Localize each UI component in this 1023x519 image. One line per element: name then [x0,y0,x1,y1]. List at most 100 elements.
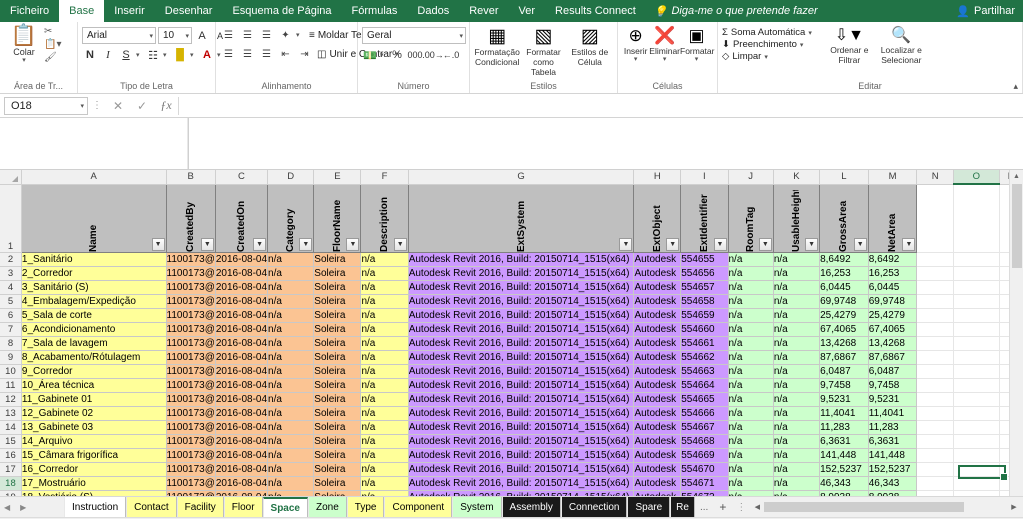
vertical-scroll-thumb[interactable] [1012,184,1022,268]
sheet-tab-zone[interactable]: Zone [308,497,347,517]
select-all-corner[interactable] [0,170,22,185]
autosum-dropdown-caret[interactable]: ▾ [808,29,815,37]
cell-N12[interactable] [916,391,954,407]
cell-L19[interactable]: 8,9938 [819,489,869,496]
cell-O7[interactable] [952,321,1000,337]
cell-O8[interactable] [952,335,1000,351]
cell-I16[interactable]: 554669 [680,447,729,463]
cell-L17[interactable]: 152,5237 [819,461,869,477]
ribbon-tab-formulas[interactable]: Fórmulas [342,0,408,22]
cell-O16[interactable] [952,447,1000,463]
cell-F4[interactable]: n/a [360,279,409,295]
cell-O10[interactable] [952,363,1000,379]
row-header-2[interactable]: 2 [0,252,22,267]
align-left-icon[interactable]: ☰ [220,46,237,62]
cell-F6[interactable]: n/a [360,307,409,323]
cell-D4[interactable]: n/a [267,279,315,295]
cell-C8[interactable]: 2016-08-04 [214,335,269,351]
cell-C3[interactable]: 2016-08-04 [214,265,269,281]
cell-G9[interactable]: Autodesk Revit 2016, Build: 20150714_151… [407,349,635,365]
cell-J17[interactable]: n/a [727,461,774,477]
cell-O19[interactable] [952,489,1000,496]
cell-L11[interactable]: 9,7458 [819,377,869,393]
cell-I9[interactable]: 554662 [680,349,729,365]
row-header-3[interactable]: 3 [0,266,22,281]
cell-L7[interactable]: 67,4065 [819,321,869,337]
cell-B3[interactable]: 1100173@ [165,265,216,281]
name-box[interactable]: O18 ▾ [4,96,88,115]
cell-A19[interactable]: 18_Vestiário (S) [20,489,167,496]
cell-H12[interactable]: Autodesk [633,391,682,407]
copy-icon[interactable]: 📋▾ [44,39,61,51]
row-header-6[interactable]: 6 [0,308,22,323]
cell-M19[interactable]: 8,9938 [867,489,918,496]
cell-I12[interactable]: 554665 [680,391,729,407]
sheet-tab-system[interactable]: System [452,497,502,517]
cell-K14[interactable]: n/a [772,419,821,435]
orientation-icon[interactable]: ✦ [277,27,294,43]
empty-header-cell[interactable] [952,183,1000,253]
increase-indent-icon[interactable]: ⇥ [296,46,313,62]
cell-E16[interactable]: Soleira [313,447,362,463]
cell-O14[interactable] [952,419,1000,435]
cell-K19[interactable]: n/a [772,489,821,496]
decrease-indent-icon[interactable]: ⇤ [277,46,294,62]
cell-O13[interactable] [952,405,1000,421]
cell-F19[interactable]: n/a [360,489,409,496]
column-header-g[interactable]: G [408,170,635,185]
cell-D7[interactable]: n/a [267,321,315,337]
cell-G3[interactable]: Autodesk Revit 2016, Build: 20150714_151… [407,265,635,281]
cell-B8[interactable]: 1100173@ [165,335,216,351]
accounting-format-icon[interactable]: 💵 [362,47,378,63]
cancel-icon[interactable]: ✕ [106,99,130,113]
ribbon-tab-ver[interactable]: Ver [509,0,546,22]
cell-N18[interactable] [916,475,954,491]
cell-O2[interactable] [952,251,1000,267]
column-header-f[interactable]: F [360,170,409,185]
cell-L8[interactable]: 13,4268 [819,335,869,351]
column-header-h[interactable]: H [633,170,682,185]
cell-B11[interactable]: 1100173@ [165,377,216,393]
cell-O12[interactable] [952,391,1000,407]
cell-N15[interactable] [916,433,954,449]
cell-C19[interactable]: 2016-08-04 [214,489,269,496]
filter-dropdown-icon[interactable]: ▼ [805,237,819,251]
sheet-tab-space[interactable]: Space [262,497,308,517]
cell-G18[interactable]: Autodesk Revit 2016, Build: 20150714_151… [407,475,635,491]
cell-A6[interactable]: 5_Sala de corte [20,307,167,323]
cell-A7[interactable]: 6_Acondicionamento [20,321,167,337]
cell-N11[interactable] [916,377,954,393]
sheet-tab-splitter[interactable]: ⋮ [732,497,750,517]
cell-E6[interactable]: Soleira [313,307,362,323]
column-header-l[interactable]: L [819,170,869,185]
cell-C4[interactable]: 2016-08-04 [214,279,269,295]
cell-B14[interactable]: 1100173@ [165,419,216,435]
cell-B17[interactable]: 1100173@ [165,461,216,477]
fill-color-dropdown-caret[interactable]: ▾ [190,51,197,59]
cell-D17[interactable]: n/a [267,461,315,477]
cell-I6[interactable]: 554659 [680,307,729,323]
percent-style-button[interactable]: % [389,47,405,63]
cell-B2[interactable]: 1100173@ [165,251,216,267]
cell-K9[interactable]: n/a [772,349,821,365]
cell-C11[interactable]: 2016-08-04 [214,377,269,393]
cell-J3[interactable]: n/a [727,265,774,281]
cell-C2[interactable]: 2016-08-04 [214,251,269,267]
cell-H16[interactable]: Autodesk [633,447,682,463]
cell-B4[interactable]: 1100173@ [165,279,216,295]
filter-dropdown-icon[interactable]: ▼ [666,237,680,251]
filter-dropdown-icon[interactable]: ▼ [393,237,407,251]
cell-E8[interactable]: Soleira [313,335,362,351]
column-header-i[interactable]: I [680,170,729,185]
cell-G6[interactable]: Autodesk Revit 2016, Build: 20150714_151… [407,307,635,323]
filter-dropdown-icon[interactable]: ▼ [253,237,267,251]
row-header-10[interactable]: 10 [0,364,22,379]
cell-D15[interactable]: n/a [267,433,315,449]
cell-G10[interactable]: Autodesk Revit 2016, Build: 20150714_151… [407,363,635,379]
share-button[interactable]: 👤 Partilhar [948,0,1023,22]
cell-O6[interactable] [952,307,1000,323]
cell-I11[interactable]: 554664 [680,377,729,393]
cell-D13[interactable]: n/a [267,405,315,421]
sheet-tab-assembly[interactable]: Assembly [501,497,561,517]
sheet-tab-connection[interactable]: Connection [560,497,628,517]
